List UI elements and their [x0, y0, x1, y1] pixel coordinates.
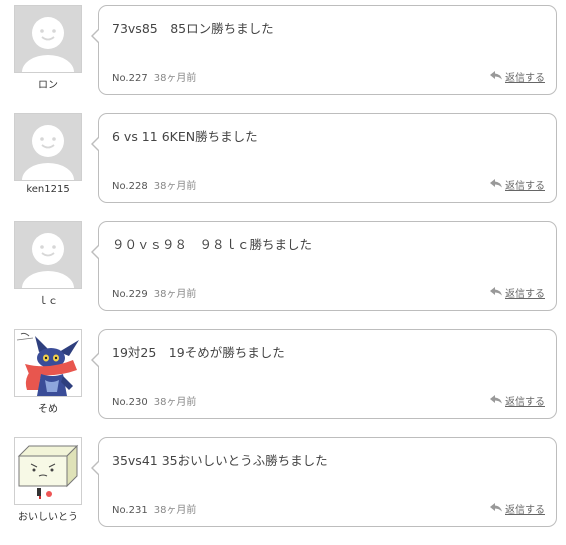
comment-text: 19対25 19そめが勝ちました — [112, 345, 285, 360]
comment-text: 35vs41 35おいしいとうふ勝ちました — [112, 453, 328, 468]
comment-bubble: 19対25 19そめが勝ちました No.230 38ヶ月前 返信する — [91, 329, 557, 419]
comment-meta: No.228 38ヶ月前 — [112, 177, 196, 192]
author-column: ロン — [14, 5, 82, 91]
comment-item: ｌｃ ９０ｖｓ９８ ９８ｌｃ勝ちました No.229 38ヶ月前 返信する — [0, 221, 566, 329]
reply-button[interactable]: 返信する — [490, 393, 545, 408]
username[interactable]: おいしいとう — [14, 508, 82, 523]
reply-button[interactable]: 返信する — [490, 285, 545, 300]
comment-time: 38ヶ月前 — [153, 181, 197, 192]
character-avatar-icon — [14, 329, 82, 397]
reply-arrow-icon — [490, 394, 502, 407]
reply-label[interactable]: 返信する — [505, 69, 545, 84]
comment-time: 38ヶ月前 — [153, 505, 197, 516]
reply-arrow-icon — [490, 178, 502, 191]
comment-bubble: 73vs85 85ロン勝ちました No.227 38ヶ月前 返信する — [91, 5, 557, 95]
author-column: ｌｃ — [14, 221, 82, 307]
comment-item: ken1215 6 vs 11 6KEN勝ちました No.228 38ヶ月前 返信… — [0, 113, 566, 221]
default-avatar-icon — [14, 221, 82, 289]
comment-meta: No.229 38ヶ月前 — [112, 285, 196, 300]
comment-text: 6 vs 11 6KEN勝ちました — [112, 129, 258, 144]
reply-arrow-icon — [490, 502, 502, 515]
reply-button[interactable]: 返信する — [490, 177, 545, 192]
author-column: そめ — [14, 329, 82, 415]
reply-label[interactable]: 返信する — [505, 177, 545, 192]
comment-meta: No.230 38ヶ月前 — [112, 393, 196, 408]
reply-label[interactable]: 返信する — [505, 285, 545, 300]
comment-bubble: 6 vs 11 6KEN勝ちました No.228 38ヶ月前 返信する — [91, 113, 557, 203]
author-column: ken1215 — [14, 113, 82, 195]
comment-item: おいしいとう 35vs41 35おいしいとうふ勝ちました No.231 38ヶ月前… — [0, 437, 566, 545]
username[interactable]: ｌｃ — [14, 292, 82, 307]
comment-text: ９０ｖｓ９８ ９８ｌｃ勝ちました — [112, 237, 313, 252]
default-avatar-icon — [14, 113, 82, 181]
reply-arrow-icon — [490, 70, 502, 83]
comment-number: No.231 — [112, 505, 148, 516]
comment-number: No.228 — [112, 181, 148, 192]
author-column: おいしいとう — [14, 437, 82, 523]
reply-arrow-icon — [490, 286, 502, 299]
comment-item: ロン 73vs85 85ロン勝ちました No.227 38ヶ月前 返信する — [0, 5, 566, 113]
comment-time: 38ヶ月前 — [153, 397, 197, 408]
comment-bubble: ９０ｖｓ９８ ９８ｌｃ勝ちました No.229 38ヶ月前 返信する — [91, 221, 557, 311]
comment-time: 38ヶ月前 — [153, 289, 197, 300]
default-avatar-icon — [14, 5, 82, 73]
reply-button[interactable]: 返信する — [490, 69, 545, 84]
reply-label[interactable]: 返信する — [505, 393, 545, 408]
comment-number: No.227 — [112, 73, 148, 84]
username[interactable]: ロン — [14, 76, 82, 91]
username[interactable]: ken1215 — [14, 184, 82, 195]
comment-number: No.229 — [112, 289, 148, 300]
comment-item: そめ 19対25 19そめが勝ちました No.230 38ヶ月前 返信する — [0, 329, 566, 437]
username[interactable]: そめ — [14, 400, 82, 415]
comment-meta: No.227 38ヶ月前 — [112, 69, 196, 84]
tofu-avatar-icon — [14, 437, 82, 505]
comment-number: No.230 — [112, 397, 148, 408]
comment-text: 73vs85 85ロン勝ちました — [112, 21, 274, 36]
comment-time: 38ヶ月前 — [153, 73, 197, 84]
